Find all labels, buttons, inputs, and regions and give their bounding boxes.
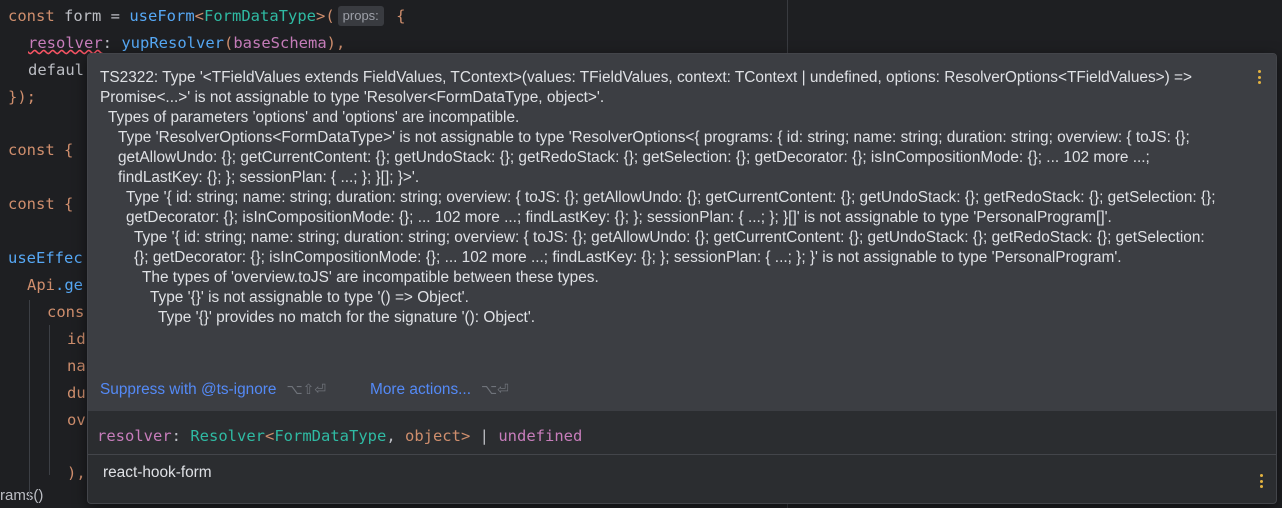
signature-punct: >: [460, 427, 471, 445]
code-line-9[interactable]: cons: [47, 299, 84, 326]
error-tooltip-popup[interactable]: TS2322: Type '<TFieldValues extends Fiel…: [87, 53, 1277, 504]
code-text: {: [54, 141, 74, 159]
keyword-const: const: [8, 7, 55, 25]
error-line: TS2322: Type '<TFieldValues extends Fiel…: [100, 69, 1193, 106]
more-actions-shortcut: ⌥⏎: [480, 381, 509, 397]
error-message: TS2322: Type '<TFieldValues extends Fiel…: [100, 68, 1220, 328]
code-text: (: [223, 34, 234, 52]
signature-property: resolver: [97, 427, 172, 445]
code-text: Api: [27, 276, 55, 294]
code-line-14[interactable]: ),: [67, 460, 86, 487]
code-text: form =: [54, 7, 130, 25]
code-line-6[interactable]: const {: [8, 191, 73, 218]
type-signature: resolver: Resolver<FormDataType, object>…: [97, 424, 582, 448]
code-line-partial[interactable]: rams(): [0, 487, 43, 504]
error-line: Type 'ResolverOptions<FormDataType>' is …: [118, 129, 1190, 186]
code-text: >(: [315, 7, 335, 25]
error-line: Type '{}' is not assignable to type '() …: [150, 289, 469, 306]
code-text: ),: [326, 34, 346, 52]
indent-guide: [29, 300, 30, 500]
signature-punct: <: [264, 427, 275, 445]
more-actions-link[interactable]: More actions...: [370, 381, 471, 398]
code-line-5[interactable]: const {: [8, 137, 73, 164]
error-more-options-icon[interactable]: [1253, 68, 1265, 86]
parameter-hint: props:: [337, 6, 384, 26]
error-line: Types of parameters 'options' and 'optio…: [108, 109, 520, 126]
code-line-7[interactable]: useEffec: [8, 245, 83, 272]
code-line-1[interactable]: const form = useForm<FormDataType>(props…: [8, 3, 405, 30]
error-token[interactable]: resolver: [28, 34, 103, 52]
signature-keyword: undefined: [498, 427, 583, 445]
signature-punct: ,: [386, 427, 405, 445]
quick-actions: Suppress with @ts-ignore ⌥⇧⏎ More actions.…: [100, 378, 553, 400]
code-text: {: [386, 7, 406, 25]
indent-guide: [49, 325, 50, 475]
error-line: The types of 'overview.toJS' are incompa…: [142, 269, 599, 286]
keyword-const: const: [8, 195, 55, 213]
code-text: baseSchema: [233, 34, 327, 52]
function-name: yupResolver: [121, 34, 224, 52]
module-name: react-hook-form: [103, 464, 212, 481]
signature-type: FormDataType: [274, 427, 387, 445]
divider: [88, 454, 1276, 455]
code-line-12[interactable]: du: [67, 380, 86, 407]
code-text: .ge: [55, 276, 83, 294]
code-line-13[interactable]: ov: [67, 407, 86, 434]
error-line: Type '{}' provides no match for the sign…: [158, 309, 536, 326]
code-line-3[interactable]: defaul: [28, 57, 84, 84]
error-line: Type '{ id: string; name: string; durati…: [134, 229, 1205, 266]
function-name: useEffec: [8, 249, 83, 267]
code-line-11[interactable]: na: [67, 353, 86, 380]
code-line-4[interactable]: });: [8, 84, 36, 111]
suppress-shortcut: ⌥⇧⏎: [286, 381, 327, 397]
signature-punct: |: [470, 427, 499, 445]
error-panel: TS2322: Type '<TFieldValues extends Fiel…: [88, 54, 1276, 411]
code-text: {: [54, 195, 74, 213]
code-text: :: [102, 34, 122, 52]
code-line-8[interactable]: Api.ge: [27, 272, 83, 299]
function-name: useForm: [129, 7, 195, 25]
code-line-10[interactable]: id: [67, 326, 86, 353]
suppress-ts-ignore-link[interactable]: Suppress with @ts-ignore: [100, 381, 276, 398]
error-line: Type '{ id: string; name: string; durati…: [126, 189, 1216, 226]
signature-punct: :: [171, 427, 191, 445]
keyword-const: const: [8, 141, 55, 159]
signature-type: Resolver: [190, 427, 265, 445]
code-text: <: [194, 7, 204, 25]
signature-keyword: object: [404, 427, 461, 445]
documentation-more-options-icon[interactable]: [1255, 472, 1267, 490]
type-name: FormDataType: [204, 7, 316, 25]
